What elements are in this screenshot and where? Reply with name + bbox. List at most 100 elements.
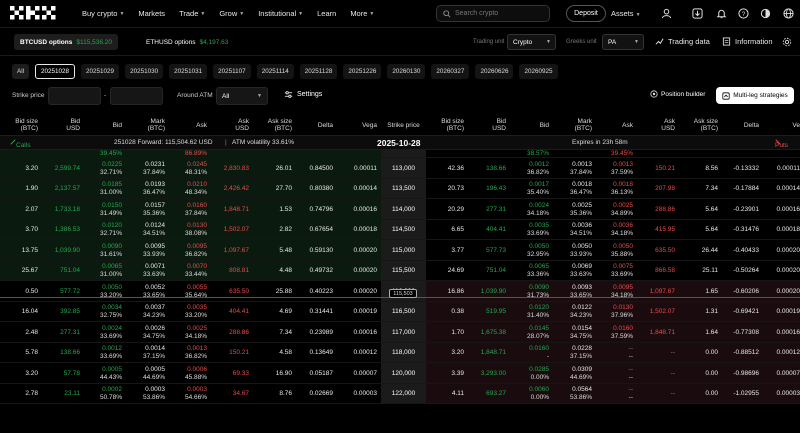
strike-max-input[interactable] — [110, 87, 163, 105]
put-bid-cell[interactable]: 0.0120 31.40% — [512, 302, 549, 322]
call-bid-cell[interactable]: 0.0024 33.69% — [90, 322, 122, 342]
put-ask-cell[interactable]: 0.0130 37.96% — [598, 302, 633, 322]
call-bid-cell[interactable]: 0.0225 32.71% — [90, 158, 122, 178]
call-bid-cell[interactable]: 0.0185 31.00% — [90, 179, 122, 199]
call-ask-cell[interactable]: 0.0070 33.44% — [172, 261, 207, 281]
put-ask-cell[interactable]: 0.0075 33.69% — [598, 261, 633, 281]
expiry-tab-20251031[interactable]: 20251031 — [169, 64, 208, 79]
information-link[interactable]: Information — [722, 37, 773, 46]
put-bid-cell[interactable]: 0.0065 33.36% — [512, 261, 549, 281]
call-ask-cell[interactable]: 0.0245 48.31% — [172, 158, 207, 178]
expiry-tab-all[interactable]: All — [12, 64, 29, 79]
nav-item-more[interactable]: More ▼ — [350, 9, 374, 18]
put-bid-cell[interactable]: 0.0050 32.95% — [512, 240, 549, 260]
table-row[interactable]: 1.90 2,137.57 0.0185 31.00% 0.0193 36.47% 0.02… — [0, 178, 800, 199]
nav-item-grow[interactable]: Grow ▼ — [219, 9, 244, 18]
call-bid-cell[interactable]: 0.0012 33.69% — [90, 343, 122, 363]
call-ask-cell[interactable]: 0.0095 36.82% — [172, 240, 207, 260]
around-atm-select[interactable]: All ▼ — [216, 87, 268, 105]
call-bid-cell[interactable]: 0.0005 44.43% — [90, 363, 122, 383]
put-ask-cell[interactable]: 0.0050 35.88% — [598, 240, 633, 260]
pair-tab-btcusd[interactable]: BTCUSD options $115,536.20 — [14, 34, 119, 50]
call-ask-cell[interactable]: 0.0160 37.84% — [172, 199, 207, 219]
expiry-tab-20251028[interactable]: 20251028 — [35, 64, 76, 79]
table-settings-button[interactable]: Settings — [284, 90, 322, 99]
put-bid-cell[interactable]: 0.0160- — [512, 343, 549, 363]
deposit-button[interactable]: Deposit — [566, 5, 606, 22]
settings-gear-button[interactable] — [782, 37, 792, 47]
table-row[interactable]: 2.78 23.11 0.0002 50.78% 0.0003 53.86% 0.0003 5… — [0, 383, 800, 404]
table-row[interactable]: 5.78 138.66 0.0012 33.69% 0.0014 37.15% 0.0013… — [0, 342, 800, 363]
table-row[interactable]: 2.07 1,733.18 0.0150 31.49% 0.0157 35.36% 0.01… — [0, 199, 800, 220]
user-icon[interactable] — [659, 6, 673, 20]
expiry-tab-20260327[interactable]: 20260327 — [431, 64, 470, 79]
put-ask-cell[interactable]: 0.0025 34.89% — [598, 199, 633, 219]
theme-icon[interactable] — [758, 6, 772, 20]
position-builder-button[interactable]: Position builder — [650, 90, 705, 98]
table-row[interactable]: 16.04 392.85 0.0034 32.75% 0.0037 34.23% 0.003… — [0, 301, 800, 322]
expiry-tab-20251029[interactable]: 20251029 — [81, 64, 120, 79]
strike-min-input[interactable] — [48, 87, 101, 105]
table-row[interactable]: 3.70 1,386.53 0.0120 32.71% 0.0124 34.51% 0.01… — [0, 219, 800, 240]
globe-icon[interactable] — [781, 6, 795, 20]
put-bid-cell[interactable]: 0.0024 34.18% — [512, 199, 549, 219]
trading-unit-select[interactable]: Crypto ▼ — [507, 34, 556, 50]
expiry-tab-20251128[interactable]: 20251128 — [299, 64, 338, 79]
call-bid-cell[interactable]: 0.0034 32.75% — [90, 302, 122, 322]
put-ask-cell[interactable]: 0.0013 37.59% — [598, 158, 633, 178]
call-ask-cell[interactable]: 0.0055 35.64% — [172, 281, 207, 301]
table-row[interactable]: 2.48 277.31 0.0024 33.69% 0.0026 34.75% 0.0025… — [0, 322, 800, 343]
nav-item-markets[interactable]: Markets — [138, 9, 165, 18]
expiry-tab-20260925[interactable]: 20260925 — [519, 64, 558, 79]
expiry-tab-20251114[interactable]: 20251114 — [256, 64, 294, 79]
put-bid-cell[interactable]: 0.0285 0.00% — [512, 363, 549, 383]
table-row[interactable]: 13.75 1,039.90 0.0090 31.61% 0.0095 33.93% 0.0… — [0, 240, 800, 261]
call-ask-cell[interactable]: 86.89% — [172, 150, 207, 158]
call-bid-cell[interactable]: 0.0065 31.00% — [90, 261, 122, 281]
put-bid-cell[interactable]: 0.0012 36.82% — [512, 158, 549, 178]
put-bid-cell[interactable]: 0.0060 0.00% — [512, 384, 549, 404]
call-bid-cell[interactable]: 0.0150 31.49% — [90, 199, 122, 219]
put-ask-cell[interactable]: 39.45% — [598, 150, 633, 158]
okx-logo[interactable] — [10, 6, 56, 20]
put-bid-cell[interactable]: 0.0090 31.73% — [512, 281, 549, 301]
table-row[interactable]: 39.45% 86.89% 38.57% 39.45% — [0, 150, 800, 158]
call-bid-cell[interactable]: 0.0002 50.78% — [90, 384, 122, 404]
put-ask-cell[interactable]: 0.0018 36.13% — [598, 179, 633, 199]
call-ask-cell[interactable]: 0.0035 33.20% — [172, 302, 207, 322]
notification-bell-icon[interactable] — [714, 6, 728, 20]
call-ask-cell[interactable]: 0.0013 36.82% — [172, 343, 207, 363]
pair-tab-ethusd[interactable]: ETHUSD options $4,197.63 — [140, 34, 234, 50]
put-bid-cell[interactable]: 0.0017 35.40% — [512, 179, 549, 199]
nav-item-buy-crypto[interactable]: Buy crypto ▼ — [82, 9, 124, 18]
multi-leg-strategies-button[interactable]: Multi-leg strategies — [716, 87, 794, 104]
put-ask-cell[interactable]: -- -- — [598, 384, 633, 404]
table-row[interactable]: 3.20 2,599.74 0.0225 32.71% 0.0231 37.84% 0.02… — [0, 158, 800, 179]
put-ask-cell[interactable]: -- -- — [598, 343, 633, 363]
call-ask-cell[interactable]: 0.0003 54.66% — [172, 384, 207, 404]
call-bid-cell[interactable]: 0.0090 31.61% — [90, 240, 122, 260]
search-box[interactable]: Search crypto — [436, 5, 550, 22]
assets-menu[interactable]: Assets ▼ — [611, 9, 641, 18]
call-ask-cell[interactable]: 0.0210 48.34% — [172, 179, 207, 199]
call-ask-cell[interactable]: 0.0130 38.08% — [172, 220, 207, 240]
expiry-tab-20260130[interactable]: 20260130 — [387, 64, 426, 79]
put-ask-cell[interactable]: 0.0036 34.18% — [598, 220, 633, 240]
call-bid-cell[interactable]: 0.0050 33.20% — [90, 281, 122, 301]
call-ask-cell[interactable]: 0.0025 34.18% — [172, 322, 207, 342]
table-row[interactable]: 3.20 57.78 0.0005 44.43% 0.0005 44.69% 0.0006 4… — [0, 363, 800, 384]
nav-item-institutional[interactable]: Institutional ▼ — [258, 9, 303, 18]
put-bid-cell[interactable]: 0.0035 33.69% — [512, 220, 549, 240]
call-bid-cell[interactable]: 0.0120 32.71% — [90, 220, 122, 240]
trading-data-link[interactable]: Trading data — [655, 37, 710, 46]
put-bid-cell[interactable]: 38.57% — [512, 150, 549, 158]
expiry-tab-20251107[interactable]: 20251107 — [213, 64, 251, 79]
table-row[interactable]: 25.67 751.04 0.0065 31.00% 0.0071 33.63% 0.007… — [0, 260, 800, 281]
help-icon[interactable]: ? — [736, 6, 750, 20]
expiry-tab-20260626[interactable]: 20260626 — [475, 64, 514, 79]
put-ask-cell[interactable]: -- -- — [598, 363, 633, 383]
download-icon[interactable] — [690, 6, 704, 20]
nav-item-trade[interactable]: Trade ▼ — [179, 9, 205, 18]
expiry-tab-20251226[interactable]: 20251226 — [343, 64, 382, 79]
call-bid-cell[interactable]: 39.45% — [90, 150, 122, 158]
